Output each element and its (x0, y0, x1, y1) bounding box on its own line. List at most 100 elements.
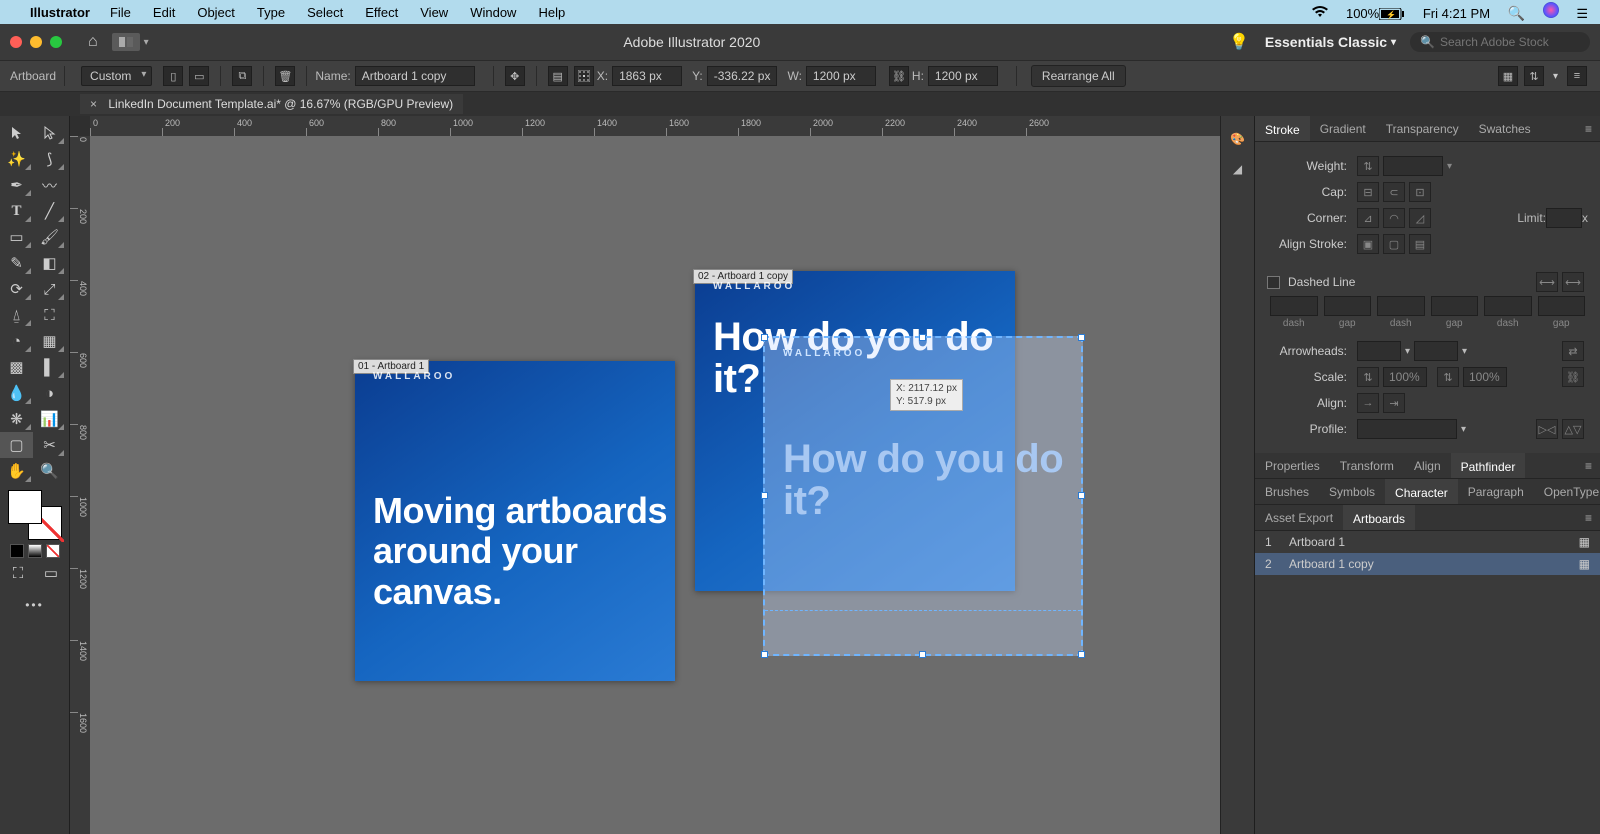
tab-artboards[interactable]: Artboards (1343, 505, 1415, 530)
dash-input[interactable] (1270, 296, 1318, 316)
gap-input[interactable] (1538, 296, 1586, 316)
artboard-row[interactable]: 1 Artboard 1 ▦ (1255, 531, 1600, 553)
app-name[interactable]: Illustrator (30, 5, 90, 20)
arrange-icon[interactable]: ⇅ (1524, 66, 1544, 86)
delete-artboard-icon[interactable]: 🗑 (275, 66, 295, 86)
cap-round-icon[interactable]: ⊂ (1383, 182, 1405, 202)
gap-input[interactable] (1431, 296, 1479, 316)
cap-square-icon[interactable]: ⊡ (1409, 182, 1431, 202)
arrowhead-start-input[interactable] (1357, 341, 1401, 361)
menu-help[interactable]: Help (538, 5, 565, 20)
arrowhead-end-input[interactable] (1414, 341, 1458, 361)
tab-gradient[interactable]: Gradient (1310, 116, 1376, 141)
panel-menu-icon[interactable]: ≡ (1567, 66, 1587, 86)
cap-butt-icon[interactable]: ⊟ (1357, 182, 1379, 202)
stepper-icon[interactable]: ⇅ (1357, 367, 1379, 387)
align-stroke-inside-icon[interactable]: ▢ (1383, 234, 1405, 254)
link-scale-icon[interactable]: ⛓ (1562, 367, 1584, 387)
dash-align-icon[interactable]: ⟷ (1562, 272, 1584, 292)
dash-preserve-icon[interactable]: ⟷ (1536, 272, 1558, 292)
ruler-origin[interactable] (70, 116, 90, 136)
symbol-sprayer-tool[interactable]: ❋ (0, 406, 33, 432)
clock[interactable]: Fri 4:21 PM (1423, 6, 1490, 21)
tab-opentype[interactable]: OpenType (1534, 479, 1600, 504)
artboard-tool[interactable]: ▢ (0, 432, 33, 458)
resize-handle[interactable] (919, 651, 926, 658)
tab-properties[interactable]: Properties (1255, 453, 1330, 478)
preset-dropdown[interactable]: Custom (81, 66, 152, 86)
menu-type[interactable]: Type (257, 5, 285, 20)
blend-tool[interactable]: ◑ (33, 380, 66, 406)
gap-input[interactable] (1324, 296, 1372, 316)
tab-stroke[interactable]: Stroke (1255, 116, 1310, 141)
direct-selection-tool[interactable] (33, 120, 66, 146)
color-mode-icon[interactable] (10, 544, 24, 558)
home-icon[interactable]: ⌂ (88, 33, 98, 51)
chevron-down-icon[interactable]: ▾ (1405, 346, 1410, 357)
tab-paragraph[interactable]: Paragraph (1458, 479, 1534, 504)
shaper-tool[interactable]: ✎ (0, 250, 33, 276)
ruler-horizontal[interactable]: 0200400600800100012001400160018002000220… (90, 116, 1220, 136)
width-tool[interactable]: ⍙ (0, 302, 33, 328)
hand-tool[interactable]: ✋ (0, 458, 33, 484)
resize-handle[interactable] (1078, 334, 1085, 341)
eyedropper-tool[interactable]: 💧 (0, 380, 33, 406)
close-tab-icon[interactable]: × (90, 97, 97, 111)
y-field[interactable]: -336.22 px (707, 66, 778, 86)
tab-pathfinder[interactable]: Pathfinder (1451, 453, 1526, 478)
resize-handle[interactable] (1078, 651, 1085, 658)
move-with-artboard-icon[interactable]: ✥ (505, 66, 525, 86)
tab-character[interactable]: Character (1385, 479, 1458, 504)
flip-across-icon[interactable]: △▽ (1562, 419, 1584, 439)
document-tab[interactable]: × LinkedIn Document Template.ai* @ 16.67… (80, 94, 463, 114)
artboard-1[interactable]: 01 - Artboard 1 WALLAROO Moving artboard… (355, 361, 675, 681)
tab-transparency[interactable]: Transparency (1376, 116, 1469, 141)
rearrange-all-button[interactable]: Rearrange All (1031, 65, 1126, 87)
scale-start-input[interactable]: 100% (1383, 367, 1427, 387)
corner-round-icon[interactable]: ◠ (1383, 208, 1405, 228)
pen-tool[interactable]: ✒ (0, 172, 33, 198)
flip-along-icon[interactable]: ▷◁ (1536, 419, 1558, 439)
chevron-down-icon[interactable]: ▾ (1462, 346, 1467, 357)
screen-mode-icon[interactable]: ⛶ (2, 560, 35, 586)
edit-toolbar-icon[interactable]: ••• (0, 598, 69, 612)
profile-input[interactable] (1357, 419, 1457, 439)
gradient-mode-icon[interactable] (28, 544, 42, 558)
tab-asset-export[interactable]: Asset Export (1255, 505, 1343, 530)
align-icon[interactable]: ▦ (1498, 66, 1518, 86)
free-transform-tool[interactable]: ⛶ (33, 302, 66, 328)
wifi-icon[interactable] (1312, 6, 1328, 18)
resize-handle[interactable] (761, 651, 768, 658)
dashed-line-checkbox[interactable] (1267, 276, 1280, 289)
chevron-down-icon[interactable]: ▾ (144, 37, 149, 48)
rotate-tool[interactable]: ⟳ (0, 276, 33, 302)
window-minimize-button[interactable] (30, 36, 42, 48)
graph-tool[interactable]: 📊 (33, 406, 66, 432)
control-center-icon[interactable]: ☰ (1576, 6, 1588, 22)
type-tool[interactable]: T (0, 198, 33, 224)
arrow-align-tip-icon[interactable]: ⇥ (1383, 393, 1405, 413)
corner-miter-icon[interactable]: ⊿ (1357, 208, 1379, 228)
arrow-align-extend-icon[interactable]: → (1357, 393, 1379, 413)
rectangle-tool[interactable]: ▭ (0, 224, 33, 250)
color-guide-icon[interactable]: ◢ (1225, 156, 1251, 182)
swap-arrowheads-icon[interactable]: ⇄ (1562, 341, 1584, 361)
workspace-switcher[interactable]: Essentials Classic ▾ (1265, 34, 1396, 50)
limit-input[interactable] (1546, 208, 1582, 228)
dash-input[interactable] (1377, 296, 1425, 316)
window-maximize-button[interactable] (50, 36, 62, 48)
slice-tool[interactable]: ✂ (33, 432, 66, 458)
eraser-tool[interactable]: ◧ (33, 250, 66, 276)
menu-edit[interactable]: Edit (153, 5, 175, 20)
magic-wand-tool[interactable]: ✨ (0, 146, 33, 172)
arrange-documents-icon[interactable] (112, 33, 140, 51)
scale-end-input[interactable]: 100% (1463, 367, 1507, 387)
w-field[interactable]: 1200 px (806, 66, 876, 86)
h-field[interactable]: 1200 px (928, 66, 998, 86)
color-panel-icon[interactable]: 🎨 (1225, 126, 1251, 152)
tab-transform[interactable]: Transform (1330, 453, 1404, 478)
selection-tool[interactable] (0, 120, 33, 146)
lasso-tool[interactable]: ⟆ (33, 146, 66, 172)
lightbulb-icon[interactable]: 💡 (1229, 32, 1249, 52)
line-tool[interactable]: ╱ (33, 198, 66, 224)
